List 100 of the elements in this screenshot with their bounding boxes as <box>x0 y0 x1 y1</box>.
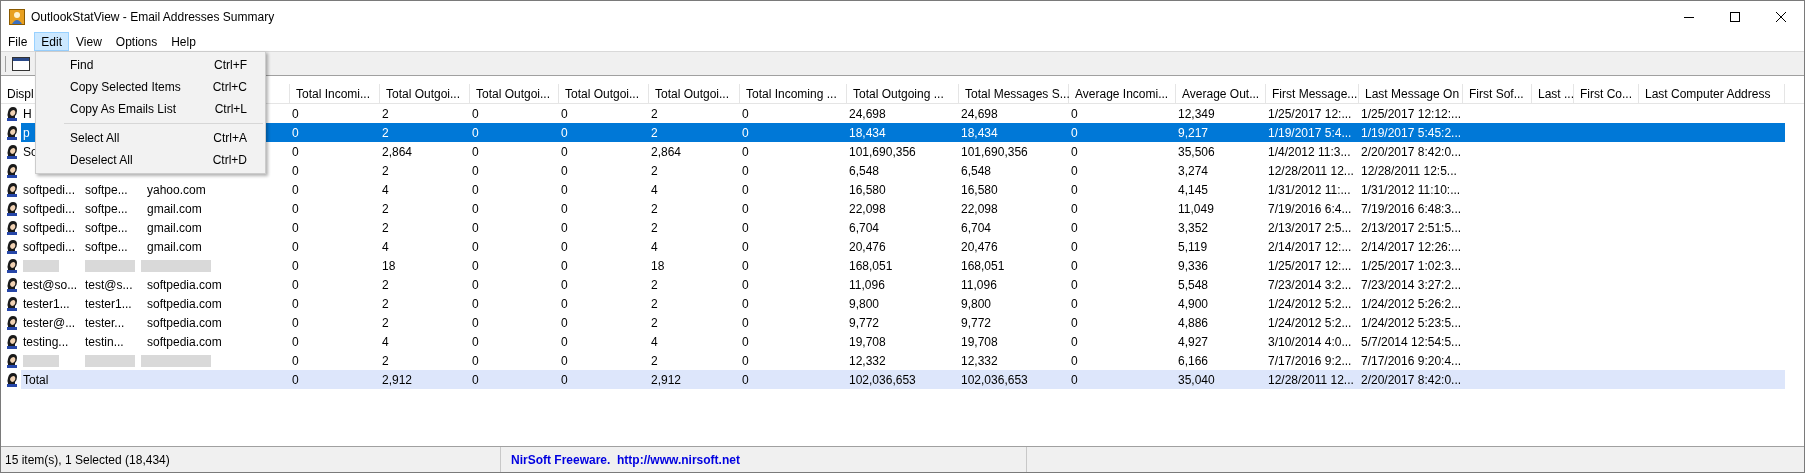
table-cell: softpedi... <box>23 239 76 254</box>
column-header[interactable]: Total Messages S... <box>965 84 1070 103</box>
table-row[interactable]: 0 2 0 0 2 0 24,698 24,698 0 12,349 1/25/2017 12:... 1/25/2017 12:12:... <box>290 104 1785 123</box>
menu-item[interactable]: Edit <box>34 32 70 51</box>
menu-option[interactable]: Deselect All Ctrl+D <box>36 149 265 171</box>
table-cell: H <box>23 106 32 121</box>
table-cell: 2/13/2017 2:51:5... <box>1361 220 1462 235</box>
table-row[interactable]: 0 2 0 0 2 0 22,098 22,098 0 11,049 7/19/2016 6:4... 7/19/2016 6:48:3... <box>290 199 1785 218</box>
table-cell: p <box>23 125 30 140</box>
menu-option[interactable]: Select All Ctrl+A <box>36 127 265 149</box>
table-cell: 2 <box>382 315 389 330</box>
table-cell: 0 <box>742 315 749 330</box>
table-row[interactable]: 0 4 0 0 4 0 19,708 19,708 0 4,927 3/10/2014 4:0... 5/7/2014 12:54:5... <box>290 332 1785 351</box>
table-row[interactable]: 0 2 0 0 2 0 9,800 9,800 0 4,900 1/24/2012 5:2... 1/24/2012 5:26:2... <box>290 294 1785 313</box>
table-cell: 12,349 <box>1178 106 1215 121</box>
table-cell: 0 <box>292 315 299 330</box>
column-header[interactable]: Last ... <box>1538 84 1575 103</box>
table-cell: gmail.com <box>147 201 202 216</box>
table-row[interactable]: 0 2 0 0 2 0 11,096 11,096 0 5,548 7/23/2014 3:2... 7/23/2014 3:27:2... <box>290 275 1785 294</box>
column-header[interactable]: First Co... <box>1580 84 1632 103</box>
table-cell: 2 <box>382 201 389 216</box>
credit-link[interactable]: NirSoft Freeware. http://www.nirsoft.net <box>511 450 740 469</box>
table-cell: 168,051 <box>961 258 1005 273</box>
table-cell: 9,800 <box>961 296 992 311</box>
menu-item[interactable]: Help <box>164 32 203 51</box>
menu-option[interactable]: Find Ctrl+F <box>36 54 265 76</box>
menu-option[interactable]: Copy As Emails List Ctrl+L <box>36 98 265 120</box>
app-icon <box>9 8 25 25</box>
table-cell: testin... <box>85 334 124 349</box>
column-header[interactable]: Total Outgoi... <box>386 84 461 103</box>
redacted-block <box>141 259 211 272</box>
person-icon <box>5 239 19 254</box>
table-row[interactable]: 0 2 0 0 2 0 6,548 6,548 0 3,274 12/28/2011 12... 12/28/2011 12:5... <box>290 161 1785 180</box>
table-row[interactable]: 0 2 0 0 2 0 9,772 9,772 0 4,886 1/24/2012 5:2... 1/24/2012 5:23:5... <box>290 313 1785 332</box>
table-cell: 2/13/2017 2:5... <box>1268 220 1352 235</box>
table-cell: 0 <box>742 220 749 235</box>
table-cell: 4 <box>382 334 389 349</box>
table-cell: 9,800 <box>849 296 880 311</box>
table-cell: softpe... <box>85 182 128 197</box>
person-icon <box>5 163 19 178</box>
table-cell: 0 <box>472 220 479 235</box>
table-cell: 0 <box>742 277 749 292</box>
table-cell: 1/31/2012 11:... <box>1268 182 1351 197</box>
menu-option[interactable]: Copy Selected Items Ctrl+C <box>36 76 265 98</box>
column-header[interactable]: Last Computer Address <box>1645 84 1771 103</box>
redacted-block <box>23 354 59 367</box>
table-cell: 1/25/2017 12:12:... <box>1361 106 1462 121</box>
column-header[interactable]: Total Incoming ... <box>746 84 837 103</box>
table-cell: 0 <box>742 334 749 349</box>
column-header[interactable]: First Message... <box>1272 84 1358 103</box>
table-row[interactable]: 0 4 0 0 4 0 16,580 16,580 0 4,145 1/31/2012 11:... 1/31/2012 11:10:... <box>290 180 1785 199</box>
table-cell: 0 <box>742 125 749 140</box>
table-cell: 4,927 <box>1178 334 1209 349</box>
table-cell: 0 <box>561 163 568 178</box>
table-row[interactable]: 0 2 0 0 2 0 18,434 18,434 0 9,217 1/19/2017 5:4... 1/19/2017 5:45:2... <box>290 123 1785 142</box>
column-header[interactable]: Total Outgoi... <box>655 84 730 103</box>
table-row[interactable]: 0 2 0 0 2 0 6,704 6,704 0 3,352 2/13/2017 2:5... 2/13/2017 2:51:5... <box>290 218 1785 237</box>
table-cell: 3/10/2014 4:0... <box>1268 334 1352 349</box>
table-cell: 0 <box>561 372 568 387</box>
person-icon <box>5 372 19 387</box>
table-cell: 0 <box>1071 144 1078 159</box>
column-header[interactable]: Last Message On <box>1365 84 1460 103</box>
column-header[interactable]: First Sof... <box>1469 84 1524 103</box>
person-icon <box>5 106 19 121</box>
table-row[interactable]: 0 2 0 0 2 0 12,332 12,332 0 6,166 7/17/2016 9:2... 7/17/2016 9:20:4... <box>290 351 1785 370</box>
column-header[interactable]: Average Out... <box>1182 84 1260 103</box>
table-cell: 2 <box>651 163 658 178</box>
table-cell: 6,704 <box>961 220 992 235</box>
menu-item[interactable]: File <box>1 32 35 51</box>
table-cell: 9,217 <box>1178 125 1209 140</box>
table-cell: 20,476 <box>849 239 886 254</box>
table-cell: 0 <box>561 106 568 121</box>
menu-item[interactable]: Options <box>108 32 165 51</box>
window-icon[interactable] <box>12 56 30 71</box>
column-header[interactable]: Total Outgoi... <box>476 84 551 103</box>
column-header[interactable]: Displ <box>7 84 34 103</box>
table-cell: 4 <box>382 239 389 254</box>
table-cell: 5/7/2014 12:54:5... <box>1361 334 1462 349</box>
table-cell: 0 <box>742 258 749 273</box>
table-cell: yahoo.com <box>147 182 206 197</box>
column-header[interactable]: Total Outgoi... <box>565 84 640 103</box>
person-icon <box>5 258 19 273</box>
table-cell: 35,506 <box>1178 144 1215 159</box>
column-header[interactable]: Total Outgoing ... <box>853 84 944 103</box>
table-cell: 5,119 <box>1178 239 1208 254</box>
table-row[interactable]: 0 2,912 0 0 2,912 0 102,036,653 102,036,653 0 35,040 12/28/2011 12... 2/20/2017 8:42:0... <box>290 370 1785 389</box>
table-cell: 0 <box>472 201 479 216</box>
table-cell: tester@... <box>23 315 76 330</box>
table-row[interactable]: 0 4 0 0 4 0 20,476 20,476 0 5,119 2/14/2017 12:... 2/14/2017 12:26:... <box>290 237 1785 256</box>
table-cell: 0 <box>1071 372 1078 387</box>
column-header[interactable]: Total Incomi... <box>296 84 371 103</box>
column-header[interactable]: Average Incomi... <box>1075 84 1169 103</box>
menu-item[interactable]: View <box>69 32 109 51</box>
table-cell: 2 <box>382 220 389 235</box>
redacted-block <box>141 354 211 367</box>
table-row[interactable]: 0 18 0 0 18 0 168,051 168,051 0 9,336 1/25/2017 12:... 1/25/2017 1:02:3... <box>290 256 1785 275</box>
table-cell: tester1... <box>85 296 132 311</box>
table-row[interactable]: 0 2,864 0 0 2,864 0 101,690,356 101,690,356 0 35,506 1/4/2012 11:3... 2/20/2017 8:42:0... <box>290 142 1785 161</box>
table-cell: 2 <box>382 353 389 368</box>
table-cell: 19,708 <box>961 334 998 349</box>
